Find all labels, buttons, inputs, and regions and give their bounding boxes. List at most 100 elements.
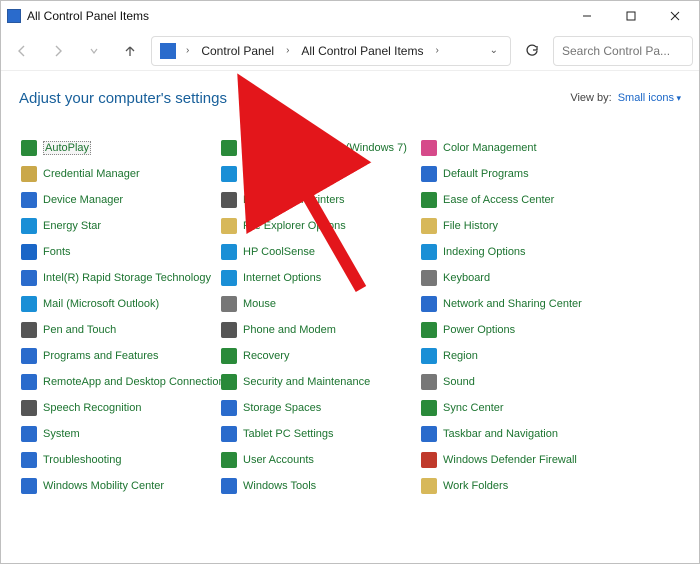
close-button[interactable] [653, 2, 697, 30]
cpl-item[interactable]: Taskbar and Navigation [419, 423, 639, 445]
cpl-item[interactable]: Troubleshooting [19, 449, 219, 471]
cpl-item-icon [421, 426, 437, 442]
cpl-item[interactable]: File Explorer Options [219, 215, 419, 237]
cpl-item[interactable]: Speech Recognition [19, 397, 219, 419]
cpl-item[interactable]: Internet Options [219, 267, 419, 289]
cpl-item-icon [421, 322, 437, 338]
cpl-item-icon [221, 374, 237, 390]
address-bar[interactable]: › Control Panel › All Control Panel Item… [151, 36, 511, 66]
cpl-item-label: Security and Maintenance [243, 376, 370, 388]
cpl-item-label: Intel(R) Rapid Storage Technology [43, 272, 211, 284]
cpl-item[interactable]: Mail (Microsoft Outlook) [19, 293, 219, 315]
cpl-item[interactable]: HP CoolSense [219, 241, 419, 263]
cpl-item-icon [21, 270, 37, 286]
cpl-item-icon [421, 192, 437, 208]
maximize-button[interactable] [609, 2, 653, 30]
cpl-item-label: RemoteApp and Desktop Connections [43, 376, 230, 388]
cpl-item[interactable]: Phone and Modem [219, 319, 419, 341]
cpl-item[interactable]: Keyboard [419, 267, 639, 289]
cpl-item-icon [421, 478, 437, 494]
cpl-item-icon [221, 452, 237, 468]
cpl-item[interactable]: Sound [419, 371, 639, 393]
cpl-item[interactable]: Pen and Touch [19, 319, 219, 341]
cpl-item-icon [21, 400, 37, 416]
cpl-item-icon [21, 244, 37, 260]
cpl-item[interactable]: Intel(R) Rapid Storage Technology [19, 267, 219, 289]
view-by-label: View by: [570, 92, 611, 104]
breadcrumb-part[interactable]: All Control Panel Items [299, 44, 425, 58]
cpl-item-label: Energy Star [43, 220, 101, 232]
cpl-item-icon [21, 426, 37, 442]
items-area: AutoPlay Backup and Restore (Windows 7) Co… [1, 119, 699, 505]
address-dropdown-icon[interactable]: ⌄ [490, 45, 502, 56]
cpl-item[interactable]: Backup and Restore (Windows 7) [219, 137, 419, 159]
cpl-item-label: Region [443, 350, 478, 362]
cpl-item[interactable]: Programs and Features [19, 345, 219, 367]
cpl-item-icon [21, 322, 37, 338]
breadcrumb-part[interactable]: Control Panel [199, 44, 276, 58]
forward-button[interactable] [43, 36, 73, 66]
cpl-item-label: Sound [443, 376, 475, 388]
cpl-item[interactable]: Credential Manager [19, 163, 219, 185]
cpl-item-label: Windows Tools [243, 480, 316, 492]
cpl-item[interactable]: Date and Time [219, 163, 419, 185]
cpl-item[interactable]: System [19, 423, 219, 445]
cpl-item-label: Backup and Restore (Windows 7) [243, 142, 407, 154]
cpl-item[interactable]: Default Programs [419, 163, 639, 185]
page-heading: Adjust your computer's settings [19, 90, 227, 107]
cpl-item[interactable]: Windows Defender Firewall [419, 449, 639, 471]
cpl-item-icon [21, 166, 37, 182]
cpl-item[interactable]: Region [419, 345, 639, 367]
cpl-item-label: Ease of Access Center [443, 194, 554, 206]
cpl-item[interactable]: Windows Tools [219, 475, 419, 497]
cpl-item[interactable]: Devices and Printers [219, 189, 419, 211]
cpl-item-icon [221, 244, 237, 260]
cpl-item-icon [221, 192, 237, 208]
titlebar-left: All Control Panel Items [7, 9, 149, 23]
cpl-item-label: Speech Recognition [43, 402, 141, 414]
cpl-item[interactable]: Security and Maintenance [219, 371, 419, 393]
cpl-item-label: Phone and Modem [243, 324, 336, 336]
cpl-item-icon [221, 478, 237, 494]
titlebar: All Control Panel Items [1, 1, 699, 31]
cpl-item-icon [221, 322, 237, 338]
heading-row: Adjust your computer's settings View by:… [1, 71, 699, 119]
cpl-item[interactable]: Windows Mobility Center [19, 475, 219, 497]
cpl-item[interactable]: Indexing Options [419, 241, 639, 263]
up-button[interactable] [115, 36, 145, 66]
cpl-item-label: Keyboard [443, 272, 490, 284]
refresh-button[interactable] [517, 36, 547, 66]
cpl-item-label: Storage Spaces [243, 402, 321, 414]
search-box[interactable] [553, 36, 693, 66]
cpl-item-label: Tablet PC Settings [243, 428, 334, 440]
control-panel-icon [7, 9, 21, 23]
cpl-item[interactable]: Color Management [419, 137, 639, 159]
cpl-item[interactable]: Recovery [219, 345, 419, 367]
recent-dropdown[interactable] [79, 36, 109, 66]
cpl-item[interactable]: Network and Sharing Center [419, 293, 639, 315]
cpl-item[interactable]: AutoPlay [19, 137, 219, 159]
cpl-item-icon [221, 296, 237, 312]
cpl-item[interactable]: Storage Spaces [219, 397, 419, 419]
cpl-item-icon [21, 218, 37, 234]
cpl-item[interactable]: Energy Star [19, 215, 219, 237]
cpl-item[interactable]: Device Manager [19, 189, 219, 211]
cpl-item-label: Work Folders [443, 480, 508, 492]
cpl-item[interactable]: Power Options [419, 319, 639, 341]
search-input[interactable] [562, 44, 684, 58]
cpl-item[interactable]: RemoteApp and Desktop Connections [19, 371, 219, 393]
cpl-item[interactable]: Mouse [219, 293, 419, 315]
cpl-item-icon [421, 270, 437, 286]
cpl-item[interactable]: Ease of Access Center [419, 189, 639, 211]
cpl-item[interactable]: Fonts [19, 241, 219, 263]
cpl-item-label: Device Manager [43, 194, 123, 206]
view-by-dropdown[interactable]: Small icons [618, 92, 681, 104]
cpl-item-label: Devices and Printers [243, 194, 345, 206]
back-button[interactable] [7, 36, 37, 66]
cpl-item[interactable]: File History [419, 215, 639, 237]
cpl-item[interactable]: Tablet PC Settings [219, 423, 419, 445]
cpl-item[interactable]: Work Folders [419, 475, 639, 497]
minimize-button[interactable] [565, 2, 609, 30]
cpl-item[interactable]: Sync Center [419, 397, 639, 419]
cpl-item[interactable]: User Accounts [219, 449, 419, 471]
